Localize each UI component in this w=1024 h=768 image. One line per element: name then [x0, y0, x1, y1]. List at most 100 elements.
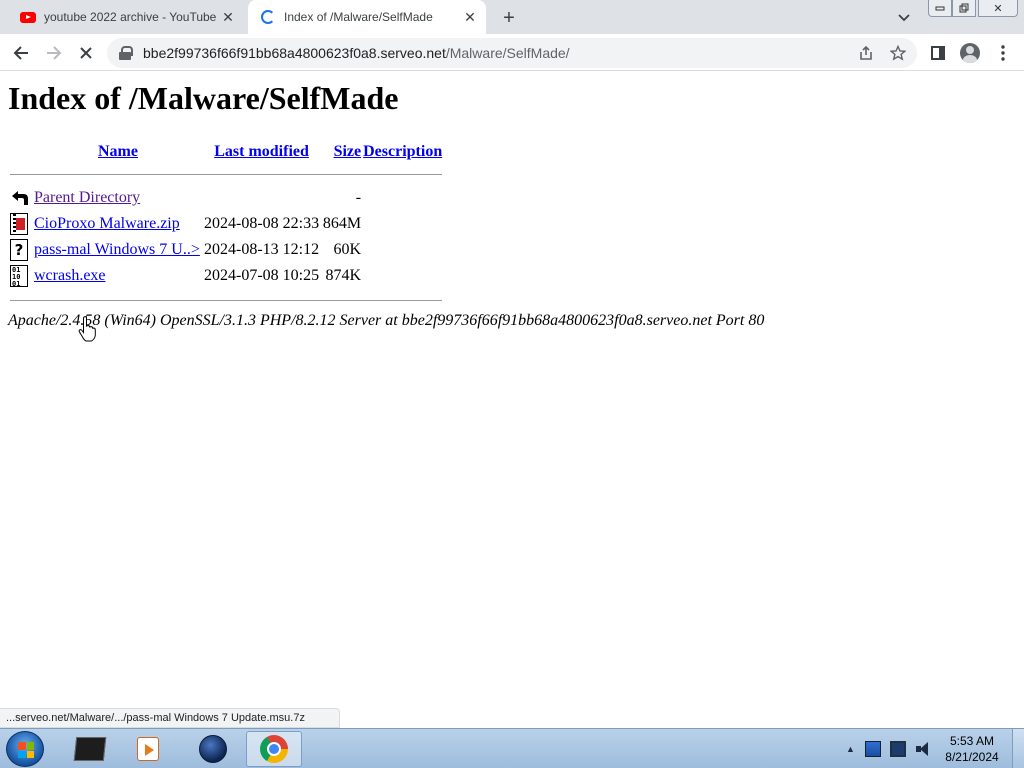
row-size-cell: 864M [322, 215, 362, 232]
tab-title: Index of /Malware/SelfMade [284, 10, 433, 24]
media-player-icon [137, 737, 159, 761]
action-center-flag-icon[interactable] [864, 741, 881, 757]
page-content: Index of /Malware/SelfMade Name Last mod… [0, 72, 1024, 728]
profile-avatar-icon[interactable] [957, 40, 983, 66]
directory-listing-table: Name Last modified Size Description Pare… [8, 140, 444, 312]
icon-column-header [10, 142, 32, 162]
tab-strip: youtube 2022 archive - YouTube ✕ Index o… [0, 0, 1024, 34]
windows-taskbar: ▲ 5:53 AM 8/21/2024 [0, 728, 1024, 768]
taskbar-globe-app[interactable] [185, 731, 241, 767]
url-text[interactable]: bbe2f99736f66f91bb68a4800623f0a8.serveo.… [143, 45, 570, 61]
sort-by-modified-link[interactable]: Last modified [214, 143, 309, 160]
row-modified-cell: 2024-08-13 12:12 [204, 241, 320, 258]
tab-index-of-selfmade[interactable]: Index of /Malware/SelfMade ✕ [248, 0, 486, 34]
separator-row [10, 290, 443, 310]
bookmark-star-icon[interactable] [887, 42, 909, 64]
divider [10, 173, 443, 175]
sort-by-size-link[interactable]: Size [334, 143, 362, 160]
separator-cell [10, 164, 443, 184]
new-tab-button[interactable]: + [496, 5, 522, 31]
row-name-cell: wcrash.exe [34, 264, 202, 288]
row-size-cell: 60K [333, 241, 362, 258]
row-size-cell: 874K [325, 267, 362, 284]
taskbar-chrome[interactable] [246, 731, 302, 767]
system-tray: ▲ [840, 729, 940, 768]
table-row: CioProxo Malware.zip 2024-08-08 22:33 86… [10, 212, 442, 236]
restore-window-button[interactable] [952, 0, 976, 17]
row-name-cell: Parent Directory [34, 186, 202, 210]
windows-logo-icon [18, 742, 34, 758]
parent-directory-link[interactable]: Parent Directory [34, 189, 140, 206]
close-window-button[interactable]: ✕ [978, 0, 1018, 17]
unknown-file-icon: ? [10, 239, 28, 261]
row-size-cell: - [355, 189, 362, 206]
chrome-icon [260, 735, 288, 763]
hand-pointer-cursor-icon [78, 316, 96, 342]
server-signature: Apache/2.4.58 (Win64) OpenSSL/3.1.3 PHP/… [8, 312, 765, 329]
youtube-icon [20, 9, 36, 25]
sort-by-description-link[interactable]: Description [363, 143, 442, 160]
tab-close-icon[interactable]: ✕ [460, 7, 480, 27]
more-menu-icon[interactable] [990, 40, 1016, 66]
page-title: Index of /Malware/SelfMade [8, 80, 399, 116]
show-desktop-button[interactable] [1012, 729, 1024, 768]
row-icon-cell: 01 10 01 [10, 264, 32, 288]
row-icon-cell [10, 212, 32, 236]
side-panel-icon[interactable] [925, 40, 951, 66]
compressed-file-icon [10, 213, 28, 235]
taskbar-media-player[interactable] [120, 731, 176, 767]
back-arrow-icon [10, 187, 30, 209]
table-header-row: Name Last modified Size Description [10, 142, 442, 162]
row-description-cell [363, 186, 442, 210]
network-monitor-icon[interactable] [889, 741, 906, 757]
share-icon[interactable] [855, 42, 877, 64]
file-link[interactable]: wcrash.exe [34, 267, 106, 284]
link-status-bubble: ...serveo.net/Malware/.../pass-mal Windo… [0, 708, 340, 728]
table-row: 01 10 01 wcrash.exe 2024-07-08 10:25 874K [10, 264, 442, 288]
table-row: ? pass-mal Windows 7 U..> 2024-08-13 12:… [10, 238, 442, 262]
row-description-cell [363, 212, 442, 236]
modified-column-header: Last modified [204, 142, 319, 162]
tab-youtube[interactable]: youtube 2022 archive - YouTube ✕ [8, 0, 244, 34]
row-description-cell [363, 264, 442, 288]
row-modified-cell: 2024-07-08 10:25 [204, 267, 320, 284]
clock-date: 8/21/2024 [945, 750, 999, 764]
back-button[interactable] [8, 40, 34, 66]
row-name-cell: pass-mal Windows 7 U..> [34, 238, 202, 262]
description-column-header: Description [363, 142, 442, 162]
taskbar-command-prompt[interactable] [62, 731, 118, 767]
url-path: /Malware/SelfMade/ [445, 45, 570, 61]
minimize-window-button[interactable] [928, 0, 952, 17]
sort-by-name-link[interactable]: Name [98, 143, 138, 160]
forward-button[interactable] [41, 40, 67, 66]
row-icon-cell: ? [10, 238, 32, 262]
divider [10, 299, 443, 301]
clock-time: 5:53 AM [949, 734, 995, 748]
command-prompt-icon [73, 737, 107, 761]
tab-close-icon[interactable]: ✕ [218, 7, 238, 27]
row-modified-cell [204, 186, 319, 210]
browser-toolbar: bbe2f99736f66f91bb68a4800623f0a8.serveo.… [0, 34, 1024, 71]
row-modified-cell: 2024-08-08 22:33 [204, 215, 320, 232]
size-column-header: Size [321, 142, 362, 162]
start-button[interactable] [6, 731, 44, 767]
file-link[interactable]: CioProxo Malware.zip [34, 215, 180, 232]
show-hidden-icons-icon[interactable]: ▲ [846, 744, 855, 754]
address-bar[interactable]: bbe2f99736f66f91bb68a4800623f0a8.serveo.… [107, 38, 917, 68]
url-host: bbe2f99736f66f91bb68a4800623f0a8.serveo.… [143, 45, 446, 61]
row-description-cell [363, 238, 442, 262]
row-name-cell: CioProxo Malware.zip [34, 212, 202, 236]
row-icon-cell [10, 186, 32, 210]
globe-icon [199, 735, 227, 763]
volume-icon[interactable] [915, 741, 931, 757]
separator-row [10, 164, 443, 184]
stop-loading-button[interactable] [73, 40, 99, 66]
lock-icon[interactable] [119, 46, 133, 60]
tab-title: youtube 2022 archive - YouTube [44, 10, 217, 24]
tab-search-chevron-icon[interactable] [894, 8, 914, 28]
table-row: Parent Directory - [10, 186, 442, 210]
name-column-header: Name [34, 142, 202, 162]
file-link[interactable]: pass-mal Windows 7 U..> [34, 241, 200, 258]
binary-file-icon: 01 10 01 [10, 265, 28, 288]
taskbar-clock[interactable]: 5:53 AM 8/21/2024 [940, 733, 1004, 765]
